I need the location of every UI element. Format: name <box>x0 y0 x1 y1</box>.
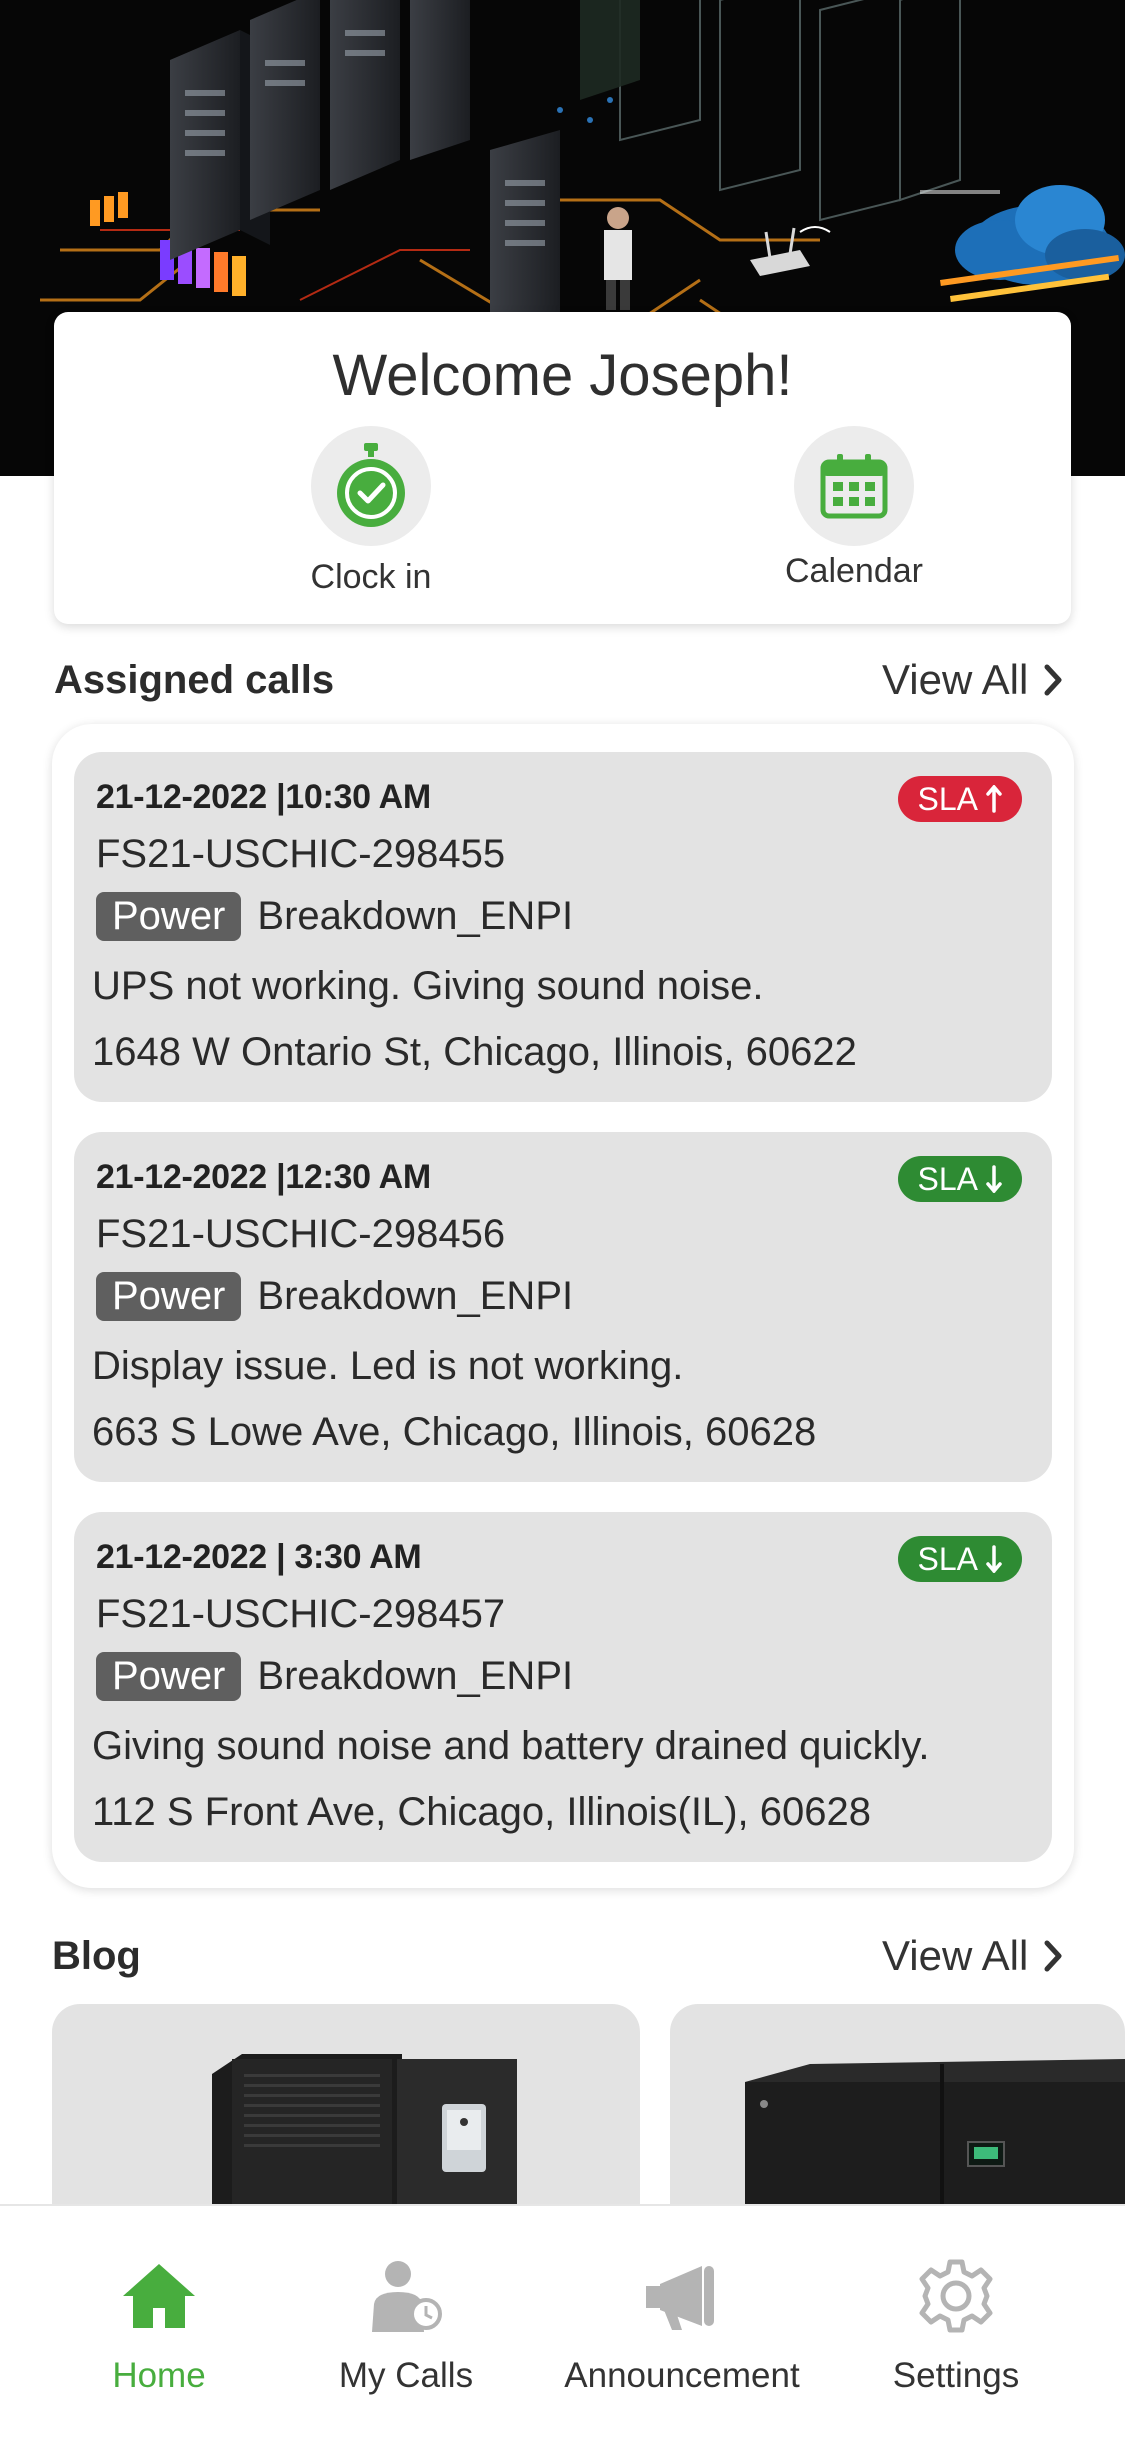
blog-view-all[interactable]: View All <box>882 1932 1064 1980</box>
call-card[interactable]: 21-12-2022 | 3:30 AM SLA FS21-USCHIC-298… <box>74 1512 1052 1862</box>
clock-in-button[interactable]: Clock in <box>251 426 491 597</box>
call-description: Giving sound noise and battery drained q… <box>92 1724 930 1768</box>
call-id: FS21-USCHIC-298456 <box>96 1212 506 1256</box>
arrow-down-icon <box>986 1545 1002 1573</box>
home-icon <box>123 2264 195 2328</box>
welcome-card: Welcome Joseph! Clock in Calendar <box>54 312 1071 624</box>
ups-product-image <box>212 2054 517 2236</box>
sla-label: SLA <box>917 1160 978 1197</box>
assigned-calls-list: 21-12-2022 |10:30 AM SLA FS21-USCHIC-298… <box>52 724 1074 1888</box>
call-id: FS21-USCHIC-298457 <box>96 1592 506 1636</box>
call-id: FS21-USCHIC-298455 <box>96 832 506 876</box>
call-card[interactable]: 21-12-2022 |12:30 AM SLA FS21-USCHIC-298… <box>74 1132 1052 1482</box>
view-all-label: View All <box>882 1932 1029 1979</box>
call-type-tag: Power <box>96 1272 242 1321</box>
gear-icon <box>919 2259 993 2333</box>
sla-badge: SLA <box>897 1536 1022 1582</box>
view-all-label: View All <box>882 656 1029 703</box>
call-type-row: Power Breakdown_ENPI <box>96 1652 573 1701</box>
clock-in-label: Clock in <box>310 558 432 596</box>
blog-card[interactable] <box>52 2004 640 2236</box>
megaphone-icon <box>646 2266 714 2330</box>
blog-card[interactable] <box>670 2004 1125 2236</box>
call-type-tag: Power <box>96 1652 242 1701</box>
call-card[interactable]: 21-12-2022 |10:30 AM SLA FS21-USCHIC-298… <box>74 752 1052 1102</box>
bottom-navigation: Home My Calls Announcement Settings <box>0 2204 1125 2438</box>
nav-announcement[interactable]: Announcement <box>562 2256 802 2396</box>
nav-my-calls-label: My Calls <box>338 2356 474 2395</box>
call-type-row: Power Breakdown_ENPI <box>96 1272 573 1321</box>
call-datetime: 21-12-2022 |10:30 AM <box>96 778 431 816</box>
sla-label: SLA <box>917 1540 978 1577</box>
call-type-row: Power Breakdown_ENPI <box>96 892 573 941</box>
nav-home-label: Home <box>112 2356 206 2395</box>
calendar-icon <box>820 454 888 519</box>
calendar-button[interactable]: Calendar <box>734 426 974 591</box>
nav-home[interactable]: Home <box>39 2256 279 2396</box>
arrow-up-icon <box>986 785 1002 813</box>
nav-announcement-label: Announcement <box>564 2356 800 2395</box>
call-category: Breakdown_ENPI <box>257 894 574 938</box>
sla-label: SLA <box>917 780 978 817</box>
call-category: Breakdown_ENPI <box>257 1274 574 1318</box>
call-description: Display issue. Led is not working. <box>92 1344 684 1388</box>
stopwatch-check-icon <box>337 443 405 527</box>
clock-in-icon-wrap <box>311 426 431 546</box>
sla-badge: SLA <box>897 1156 1022 1202</box>
nav-settings[interactable]: Settings <box>836 2256 1076 2396</box>
welcome-title: Welcome Joseph! <box>332 343 793 408</box>
blog-title: Blog <box>52 1934 141 1978</box>
call-address: 1648 W Ontario St, Chicago, Illinois, 60… <box>92 1030 857 1074</box>
chevron-right-icon <box>1044 1940 1062 1972</box>
assigned-calls-title: Assigned calls <box>54 658 335 702</box>
sla-badge: SLA <box>897 776 1022 822</box>
call-type-tag: Power <box>96 892 242 941</box>
pdu-product-image <box>745 2059 1125 2236</box>
call-category: Breakdown_ENPI <box>257 1654 574 1698</box>
calendar-icon-wrap <box>794 426 914 546</box>
technician-clock-icon <box>372 2261 442 2332</box>
call-address: 663 S Lowe Ave, Chicago, Illinois, 60628 <box>92 1410 817 1454</box>
call-address: 112 S Front Ave, Chicago, Illinois(IL), … <box>92 1790 871 1834</box>
calendar-label: Calendar <box>785 552 923 590</box>
chevron-right-icon <box>1044 664 1062 696</box>
assigned-calls-view-all[interactable]: View All <box>882 656 1064 704</box>
call-datetime: 21-12-2022 | 3:30 AM <box>96 1538 422 1576</box>
nav-my-calls[interactable]: My Calls <box>286 2256 526 2396</box>
arrow-down-icon <box>986 1165 1002 1193</box>
call-description: UPS not working. Giving sound noise. <box>92 964 764 1008</box>
nav-settings-label: Settings <box>892 2356 1020 2395</box>
call-datetime: 21-12-2022 |12:30 AM <box>96 1158 431 1196</box>
